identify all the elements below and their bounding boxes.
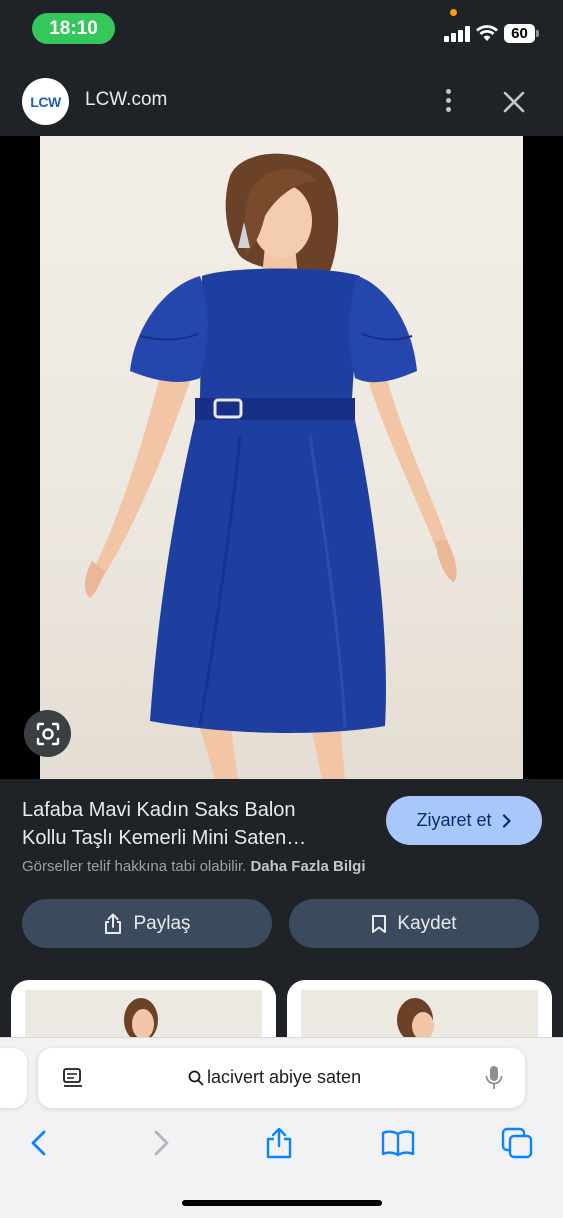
wifi-icon — [476, 25, 498, 41]
share-icon[interactable] — [263, 1127, 295, 1159]
related-image-card[interactable] — [287, 980, 552, 1040]
battery-level: 60 — [504, 24, 535, 43]
site-logo[interactable]: LCW — [22, 78, 69, 125]
save-button[interactable]: Kaydet — [289, 899, 539, 948]
product-image[interactable] — [40, 136, 523, 779]
google-lens-button[interactable] — [24, 710, 71, 757]
more-options-icon[interactable] — [440, 86, 458, 116]
visit-button-label: Ziyaret et — [416, 810, 492, 830]
copyright-notice: Görseller telif hakkına tabi olabilir. D… — [22, 858, 365, 875]
search-query: lacivert abiye saten — [207, 1067, 362, 1087]
forward-icon[interactable] — [144, 1127, 176, 1159]
product-title-line1: Lafaba Mavi Kadın Saks Balon — [22, 799, 296, 821]
bookmark-icon — [372, 914, 387, 933]
chevron-right-icon — [502, 813, 511, 828]
battery-tip — [536, 30, 539, 37]
lens-icon — [36, 722, 59, 745]
status-time: 18:10 — [32, 13, 115, 44]
back-icon[interactable] — [24, 1127, 56, 1159]
product-title-line2: Kollu Taşlı Kemerli Mini Saten… — [22, 827, 307, 849]
search-icon — [188, 1070, 204, 1085]
share-button[interactable]: Paylaş — [22, 899, 272, 948]
home-indicator — [182, 1200, 382, 1206]
image-preview-area — [0, 136, 563, 779]
cellular-signal-icon — [444, 26, 470, 42]
visit-button[interactable]: Ziyaret et — [386, 796, 542, 845]
site-name[interactable]: LCW.com — [85, 89, 167, 111]
share-icon — [105, 913, 122, 934]
dress-illustration — [84, 153, 457, 779]
privacy-indicator-dot — [450, 9, 457, 16]
share-label: Paylaş — [133, 912, 191, 934]
image-viewer-header: LCW LCW.com — [0, 58, 563, 136]
copyright-text: Görseller telif hakkına tabi olabilir. — [22, 858, 247, 875]
microphone-icon[interactable] — [485, 1065, 503, 1091]
address-bar[interactable]: lacivert abiye saten — [38, 1048, 525, 1108]
close-icon[interactable] — [500, 88, 528, 116]
status-bar: 18:10 60 — [0, 0, 563, 58]
tabs-icon[interactable] — [501, 1127, 533, 1159]
address-field[interactable]: lacivert abiye saten — [188, 1067, 361, 1088]
save-label: Kaydet — [397, 912, 457, 934]
more-info-link[interactable]: Daha Fazla Bilgi — [250, 858, 365, 875]
related-image-thumbnail — [301, 990, 538, 1040]
browser-toolbar: lacivert abiye saten — [0, 1037, 563, 1218]
result-info-panel: Lafaba Mavi Kadın Saks Balon Kollu Taşlı… — [0, 779, 563, 1040]
previous-tab-peek[interactable] — [0, 1048, 27, 1108]
bookmarks-icon[interactable] — [381, 1127, 415, 1159]
page-menu-icon[interactable] — [62, 1067, 84, 1089]
related-image-thumbnail — [25, 990, 262, 1040]
product-title[interactable]: Lafaba Mavi Kadın Saks Balon Kollu Taşlı… — [22, 796, 362, 852]
related-image-card[interactable] — [11, 980, 276, 1040]
